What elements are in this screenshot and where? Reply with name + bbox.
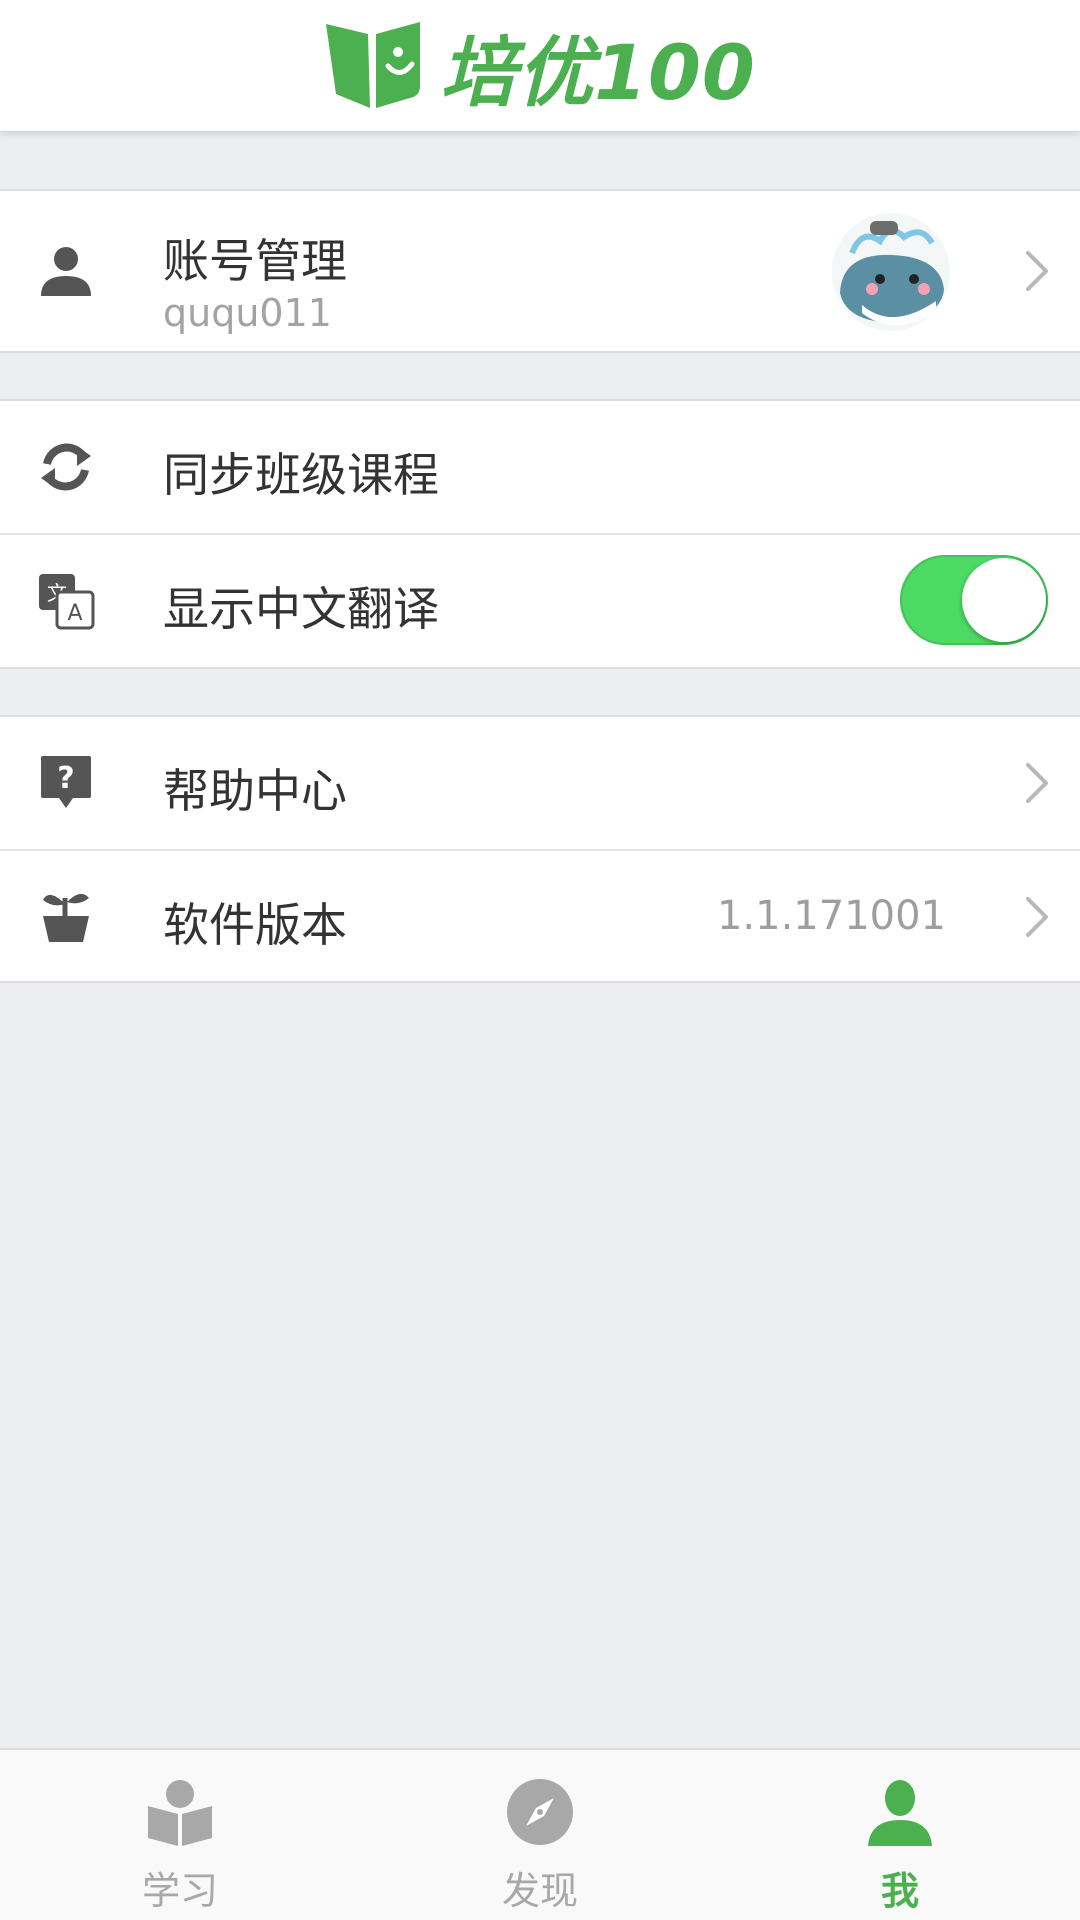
app-logo-text: 培优100 <box>440 27 756 117</box>
chevron-right-icon <box>1026 763 1048 803</box>
sync-class-course-row[interactable]: 同步班级课程 <box>0 401 1080 533</box>
software-version-label: 软件版本 <box>163 898 347 952</box>
compass-icon <box>507 1779 573 1845</box>
app-header: 培优100 <box>0 0 1080 131</box>
tab-discover[interactable]: 发现 <box>360 1750 720 1920</box>
software-version-row[interactable]: 软件版本 1.1.171001 <box>0 849 1080 981</box>
tab-me-label: 我 <box>880 1869 919 1913</box>
chevron-right-icon <box>1026 897 1048 937</box>
sync-class-course-label: 同步班级课程 <box>163 448 439 502</box>
tab-discover-label: 发现 <box>501 1869 578 1913</box>
more-group: ? 帮助中心 软件版本 1.1.171001 <box>0 715 1080 983</box>
translate-icon: 文 A <box>37 572 95 630</box>
software-version-value: 1.1.171001 <box>716 893 946 939</box>
show-translation-row: 文 A 显示中文翻译 <box>0 533 1080 665</box>
tab-me[interactable]: 我 <box>720 1750 1080 1920</box>
book-reader-icon <box>148 1780 212 1846</box>
bottom-tab-bar: 学习 发现 我 <box>0 1748 1080 1920</box>
account-group: 账号管理 ququ011 <box>0 189 1080 353</box>
chevron-right-icon <box>1026 251 1048 291</box>
show-translation-label: 显示中文翻译 <box>163 582 439 636</box>
settings-group: 同步班级课程 文 A 显示中文翻译 <box>0 399 1080 669</box>
sync-icon <box>37 438 95 496</box>
me-screen: 培优100 账号管理 ququ011 同步班级课程 A 显示中文翻译 ? 帮助中… <box>0 0 1080 1920</box>
plant-icon <box>37 887 95 945</box>
account-management-row[interactable]: 账号管理 ququ011 <box>0 191 1080 351</box>
svg-text:A: A <box>67 601 82 626</box>
tab-study[interactable]: 学习 <box>0 1750 360 1920</box>
help-center-row[interactable]: ? 帮助中心 <box>0 717 1080 849</box>
help-center-label: 帮助中心 <box>163 764 347 818</box>
toggle-knob <box>962 558 1046 642</box>
whale-avatar <box>832 213 950 331</box>
app-logo: 培优100 <box>324 11 756 121</box>
person-icon <box>37 242 95 300</box>
translation-toggle[interactable] <box>900 555 1048 645</box>
tab-study-label: 学习 <box>141 1869 218 1913</box>
svg-text:?: ? <box>57 761 74 796</box>
account-username: ququ011 <box>163 291 332 335</box>
account-management-label: 账号管理 <box>163 234 347 288</box>
help-icon: ? <box>37 753 95 811</box>
book-logo-icon <box>326 21 421 108</box>
user-icon <box>868 1780 932 1846</box>
